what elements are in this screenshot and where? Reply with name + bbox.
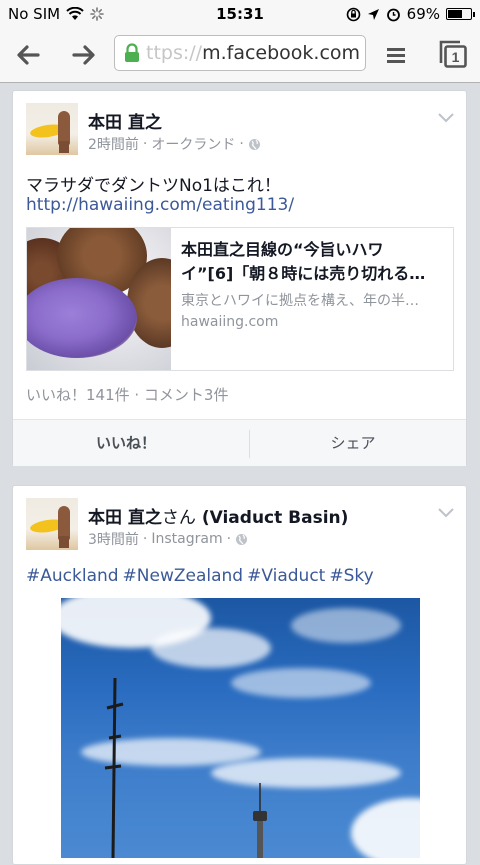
- post-photo[interactable]: [61, 598, 420, 858]
- back-arrow-icon: [17, 45, 40, 65]
- tabs-button[interactable]: 1: [438, 39, 468, 69]
- post-header-title: 本田 直之さん (Viaduct Basin): [88, 503, 348, 528]
- share-button[interactable]: シェア: [240, 420, 466, 466]
- meta-separator: ·: [239, 136, 244, 152]
- alarm-icon: [386, 8, 400, 21]
- post-link[interactable]: http://hawaiing.com/eating113/: [26, 195, 294, 215]
- post-meta: 2時間前 · オークランド ·: [88, 134, 261, 154]
- reaction-stats[interactable]: いいね！141件 · コメント3件: [26, 384, 228, 405]
- like-button[interactable]: いいね！: [13, 420, 239, 466]
- battery-icon: [446, 8, 475, 20]
- author-name[interactable]: 本田 直之: [88, 108, 162, 133]
- meta-separator: ·: [226, 531, 232, 547]
- hashtag-list: #Auckland #NewZealand #Viaduct #Sky: [26, 566, 378, 586]
- browser-toolbar: ttps://m.facebook.com 1: [0, 28, 480, 83]
- post-timestamp[interactable]: 2時間前: [88, 134, 139, 154]
- post-source[interactable]: Instagram: [151, 531, 222, 547]
- url-text: ttps://m.facebook.com: [146, 42, 361, 64]
- menu-button[interactable]: [378, 37, 414, 73]
- battery-percent: 69%: [406, 5, 440, 23]
- news-feed-post: 本田 直之さん (Viaduct Basin) 3時間前 · Instagram…: [12, 485, 467, 865]
- author-avatar[interactable]: [26, 498, 78, 550]
- author-avatar[interactable]: [26, 103, 78, 155]
- tabs-icon: 1: [439, 40, 467, 68]
- link-preview-title: 本田直之目線の“今旨いハワ イ”[6]「朝８時には売り切れる…: [181, 240, 426, 283]
- author-suffix: さん: [161, 508, 196, 528]
- link-preview-image: [27, 228, 171, 370]
- author-name[interactable]: 本田 直之: [88, 508, 162, 528]
- hamburger-menu-icon: [387, 48, 405, 63]
- meta-separator: ·: [142, 531, 148, 547]
- pole-silhouette: [104, 678, 124, 858]
- hashtag-link[interactable]: #NewZealand: [123, 566, 244, 586]
- link-preview-card[interactable]: 本田直之目線の“今旨いハワ イ”[6]「朝８時には売り切れる… 東京とハワイに拠…: [26, 227, 454, 371]
- place-name[interactable]: (Viaduct Basin): [202, 508, 349, 528]
- link-preview-domain: hawaiing.com: [181, 314, 279, 330]
- address-bar[interactable]: ttps://m.facebook.com: [114, 35, 366, 71]
- post-text: マラサダでダントツNo1はこれ！: [26, 176, 281, 196]
- post-location[interactable]: オークランド: [151, 134, 235, 154]
- forward-button[interactable]: [66, 37, 102, 73]
- back-button[interactable]: [10, 37, 46, 73]
- sky-tower-silhouette: [253, 783, 267, 858]
- post-meta: 3時間前 · Instagram ·: [88, 529, 248, 549]
- forward-arrow-icon: [72, 45, 95, 65]
- news-feed-post: 本田 直之 2時間前 · オークランド · マラサダでダントツNo1はこれ！ h…: [12, 90, 467, 466]
- meta-separator: ·: [142, 136, 148, 152]
- tab-count: 1: [452, 49, 460, 65]
- post-actions-bar: いいね！ シェア: [13, 419, 466, 466]
- chevron-down-icon[interactable]: [438, 113, 454, 123]
- status-bar: No SIM 15:31 69%: [0, 0, 480, 28]
- hashtag-link[interactable]: #Sky: [329, 566, 373, 586]
- post-timestamp[interactable]: 3時間前: [88, 529, 139, 549]
- globe-icon: [236, 533, 248, 545]
- globe-icon: [248, 138, 260, 150]
- rotation-lock-icon: [346, 7, 360, 21]
- hashtag-link[interactable]: #Auckland: [26, 566, 119, 586]
- link-preview-description: 東京とハワイに拠点を構え、年の半…: [181, 293, 419, 309]
- chevron-down-icon[interactable]: [438, 508, 454, 518]
- lock-icon: [125, 43, 139, 62]
- hashtag-link[interactable]: #Viaduct: [247, 566, 325, 586]
- location-arrow-icon: [367, 8, 379, 20]
